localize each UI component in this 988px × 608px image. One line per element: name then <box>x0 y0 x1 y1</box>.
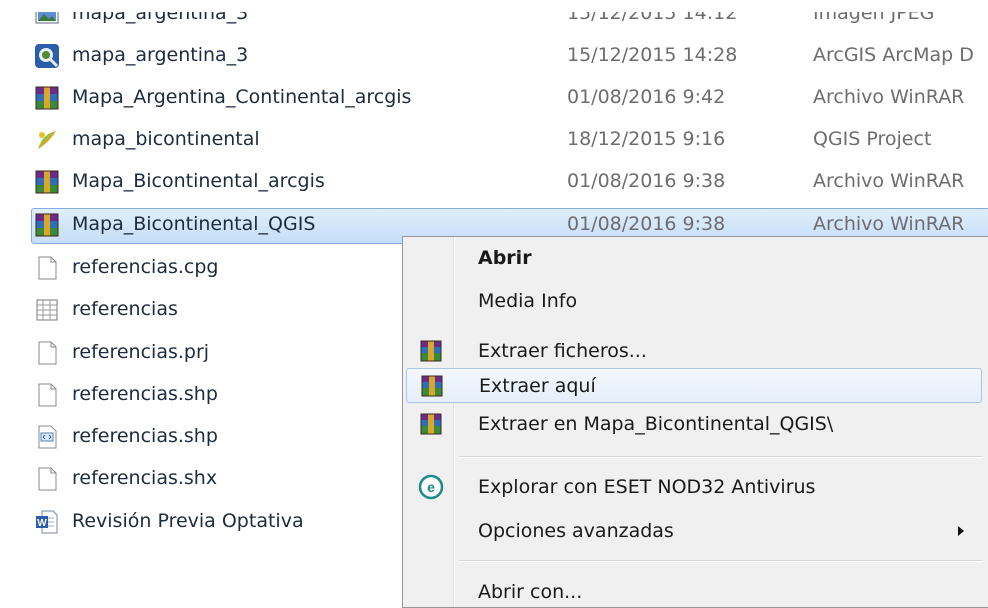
file-date: 15/12/2015 14:28 <box>567 44 738 66</box>
menu-separator <box>459 456 983 458</box>
file-type: Archivo WinRAR <box>813 170 965 192</box>
table-file-icon <box>36 299 58 321</box>
blank-file-icon <box>38 467 57 491</box>
menu-item-label: Media Info <box>478 290 578 312</box>
file-type: ArcGIS ArcMap D <box>813 44 974 66</box>
file-name: Mapa_Argentina_Continental_arcgis <box>72 86 412 108</box>
qgis-icon <box>38 131 56 149</box>
xml-file-icon <box>38 425 57 449</box>
menu-item-extraer-aqui[interactable]: Extraer aquí <box>406 368 982 403</box>
menu-item-label: Abrir con... <box>478 581 583 603</box>
menu-item-extraer-en[interactable]: Extraer en Mapa_Bicontinental_QGIS\ <box>406 407 982 442</box>
menu-item-opciones-avanzadas[interactable]: Opciones avanzadas <box>406 514 982 549</box>
file-name: referencias.prj <box>72 341 210 363</box>
menu-item-eset-scan[interactable]: e Explorar con ESET NOD32 Antivirus <box>406 470 982 505</box>
file-row[interactable]: Mapa_Bicontinental_arcgis 01/08/2016 9:3… <box>0 165 988 202</box>
winrar-icon <box>421 375 443 397</box>
file-name: mapa_argentina_3 <box>72 44 249 66</box>
file-name: Mapa_Bicontinental_QGIS <box>72 213 316 235</box>
file-date: 01/08/2016 9:42 <box>567 86 726 108</box>
file-date: 18/12/2015 9:16 <box>567 128 726 150</box>
file-name: referencias.shp <box>72 383 218 405</box>
file-row[interactable]: Mapa_Argentina_Continental_arcgis 01/08/… <box>0 81 988 118</box>
menu-item-media-info[interactable]: Media Info <box>406 284 982 319</box>
winrar-icon <box>420 413 442 435</box>
file-name: mapa_bicontinental <box>72 128 260 150</box>
menu-item-label: Opciones avanzadas <box>478 520 674 542</box>
blank-file-icon <box>38 383 57 407</box>
file-type: Archivo WinRAR <box>813 213 965 235</box>
svg-text:e: e <box>427 479 435 495</box>
menu-item-label: Extraer ficheros... <box>478 340 647 362</box>
file-name: referencias <box>72 298 178 320</box>
menu-item-abrir[interactable]: Abrir <box>406 241 982 276</box>
list-top-edge <box>0 0 988 12</box>
word-doc-icon: W <box>36 510 58 534</box>
menu-item-abrir-con[interactable]: Abrir con... <box>406 575 982 607</box>
winrar-icon <box>35 170 59 194</box>
file-name: referencias.cpg <box>72 256 219 278</box>
menu-item-label: Extraer en Mapa_Bicontinental_QGIS\ <box>478 413 834 435</box>
menu-separator <box>459 560 983 562</box>
file-type: Archivo WinRAR <box>813 86 965 108</box>
submenu-arrow-icon <box>958 526 964 536</box>
context-menu: Abrir Media Info Extraer ficheros... Ext… <box>402 236 988 608</box>
winrar-icon <box>35 213 59 237</box>
file-name: Mapa_Bicontinental_arcgis <box>72 170 325 192</box>
blank-file-icon <box>38 256 57 280</box>
winrar-icon <box>420 340 442 362</box>
file-name: Revisión Previa Optativa <box>72 510 304 532</box>
menu-item-label: Extraer aquí <box>479 375 596 397</box>
file-date: 01/08/2016 9:38 <box>567 170 726 192</box>
menu-item-label: Explorar con ESET NOD32 Antivirus <box>478 476 816 498</box>
file-name: referencias.shx <box>72 467 218 489</box>
file-row[interactable]: mapa_argentina_3 15/12/2015 14:28 ArcGIS… <box>0 39 988 76</box>
winrar-icon <box>35 86 59 110</box>
blank-file-icon <box>38 341 57 365</box>
arcmap-icon <box>35 44 59 68</box>
menu-item-label: Abrir <box>478 247 532 269</box>
file-date: 01/08/2016 9:38 <box>567 213 726 235</box>
eset-icon: e <box>418 474 444 500</box>
file-row[interactable]: mapa_bicontinental 18/12/2015 9:16 QGIS … <box>0 123 988 160</box>
file-type: QGIS Project <box>813 128 932 150</box>
file-name: referencias.shp <box>72 425 218 447</box>
svg-text:W: W <box>37 518 47 529</box>
menu-item-extraer-ficheros[interactable]: Extraer ficheros... <box>406 334 982 369</box>
